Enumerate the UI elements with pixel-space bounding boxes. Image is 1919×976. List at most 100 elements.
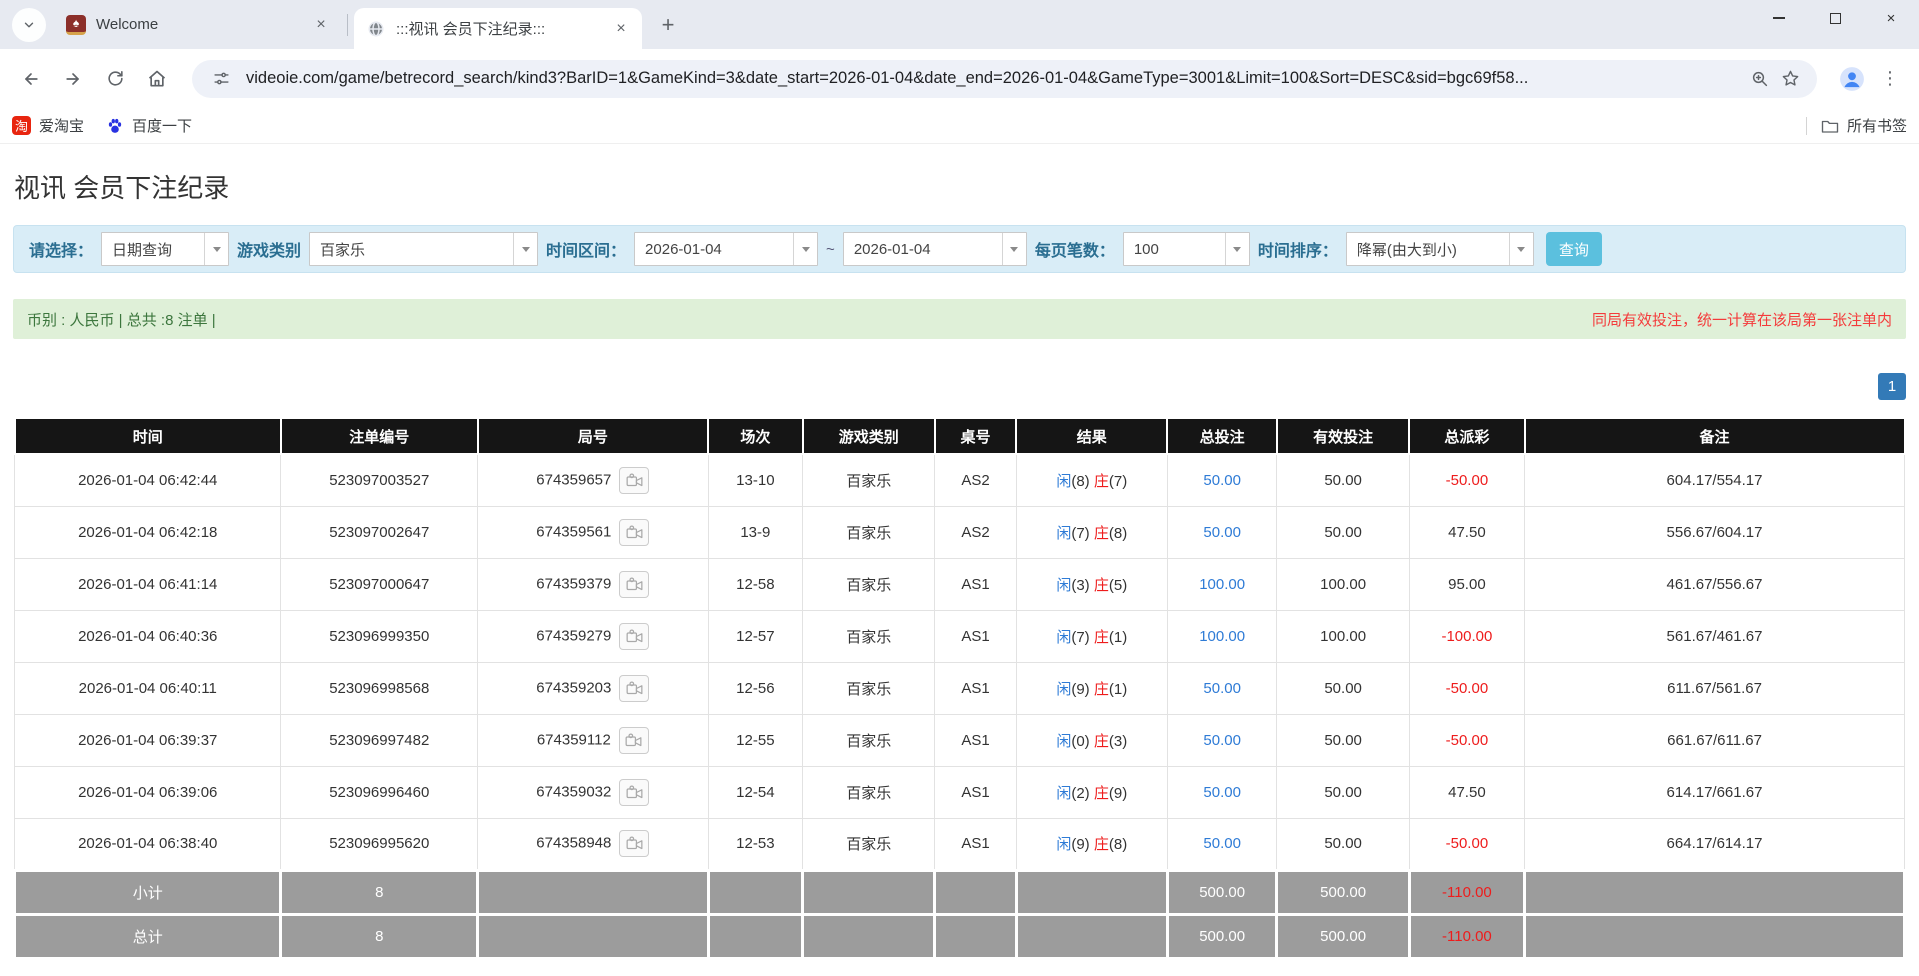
cell-total-bet: 50.00 <box>1167 662 1277 714</box>
total-bet-link[interactable]: 50.00 <box>1203 524 1241 541</box>
sort-select[interactable]: 降幂(由大到小) <box>1346 232 1534 266</box>
cell-remark: 461.67/556.67 <box>1525 558 1905 610</box>
chevron-down-icon <box>1225 233 1249 265</box>
cell-remark: 604.17/554.17 <box>1525 454 1905 506</box>
cell-payout: -100.00 <box>1409 610 1524 662</box>
round-id-text: 674359561 <box>536 523 611 540</box>
game-kind-select[interactable]: 百家乐 <box>309 232 538 266</box>
url-text[interactable]: videoie.com/game/betrecord_search/kind3?… <box>246 69 1745 88</box>
table-row: 2026-01-04 06:41:14523097000647674359379… <box>15 558 1905 610</box>
search-button[interactable]: 查询 <box>1546 232 1602 266</box>
video-replay-icon <box>626 785 643 800</box>
magnifier-icon <box>1751 70 1769 88</box>
total-bet-link[interactable]: 100.00 <box>1199 576 1245 593</box>
page-1-button[interactable]: 1 <box>1878 373 1906 400</box>
video-replay-button[interactable] <box>619 519 649 546</box>
tab-betrecord[interactable]: :::视讯 会员下注纪录::: × <box>354 8 642 49</box>
total-bet-link[interactable]: 50.00 <box>1203 784 1241 801</box>
cell-session: 12-55 <box>708 714 803 766</box>
chevron-down-icon <box>22 18 36 32</box>
close-tab-icon[interactable]: × <box>610 18 632 40</box>
total-bet-link[interactable]: 50.00 <box>1203 732 1241 749</box>
refresh-button[interactable] <box>98 62 132 96</box>
total-bet-link[interactable]: 50.00 <box>1203 680 1241 697</box>
bookmark-baidu[interactable]: 百度一下 <box>106 115 192 136</box>
cell-valid-bet: 50.00 <box>1277 766 1409 818</box>
total-bet-link[interactable]: 50.00 <box>1203 472 1241 489</box>
url-bar[interactable]: videoie.com/game/betrecord_search/kind3?… <box>192 60 1817 98</box>
date-end-select[interactable]: 2026-01-04 <box>843 232 1027 266</box>
cell-game-kind: 百家乐 <box>803 662 935 714</box>
person-icon <box>1839 66 1865 92</box>
cell-result: 闲(7) 庄(1) <box>1016 610 1167 662</box>
table-row: 2026-01-04 06:38:40523096995620674358948… <box>15 818 1905 870</box>
cell-payout: 95.00 <box>1409 558 1524 610</box>
cell-payout: -50.00 <box>1409 662 1524 714</box>
baidu-icon <box>106 117 124 135</box>
video-replay-button[interactable] <box>619 675 649 702</box>
cell-round-id: 674358948 <box>478 818 709 870</box>
home-button[interactable] <box>140 62 174 96</box>
site-settings-button[interactable] <box>206 64 236 94</box>
cell-valid-bet: 50.00 <box>1277 506 1409 558</box>
cell-table-no: AS2 <box>935 454 1016 506</box>
footer-label: 总计 <box>15 914 281 958</box>
video-replay-button[interactable] <box>619 623 649 650</box>
cell-bet-id: 523097003527 <box>281 454 478 506</box>
column-header-2: 局号 <box>478 418 709 454</box>
cell-time: 2026-01-04 06:40:11 <box>15 662 281 714</box>
close-window-button[interactable]: × <box>1863 0 1919 36</box>
forward-button[interactable] <box>56 62 90 96</box>
cell-round-id: 674359203 <box>478 662 709 714</box>
back-button[interactable] <box>14 62 48 96</box>
cell-bet-id: 523097000647 <box>281 558 478 610</box>
bookmark-taobao[interactable]: 淘 爱淘宝 <box>12 115 84 136</box>
round-id-text: 674359203 <box>536 679 611 696</box>
table-header-row: 时间注单编号局号场次游戏类别桌号结果总投注有效投注总派彩备注 <box>15 418 1905 454</box>
cell-round-id: 674359112 <box>478 714 709 766</box>
browser-menu-button[interactable]: ⋮ <box>1875 62 1905 96</box>
column-header-0: 时间 <box>15 418 281 454</box>
taobao-icon: 淘 <box>12 116 31 135</box>
tab-welcome[interactable]: ♠ Welcome × <box>54 0 342 49</box>
close-tab-icon[interactable]: × <box>310 14 332 36</box>
video-replay-button[interactable] <box>619 779 649 806</box>
date-start-select[interactable]: 2026-01-04 <box>634 232 818 266</box>
total-bet-link[interactable]: 50.00 <box>1203 835 1241 852</box>
per-page-select[interactable]: 100 <box>1123 232 1250 266</box>
footer-valid-bet: 500.00 <box>1277 870 1409 914</box>
banker-result: 庄 <box>1094 785 1109 802</box>
banker-result: 庄 <box>1094 525 1109 542</box>
column-header-4: 游戏类别 <box>803 418 935 454</box>
query-type-select[interactable]: 日期查询 <box>101 232 229 266</box>
zoom-button[interactable] <box>1745 64 1775 94</box>
cell-valid-bet: 100.00 <box>1277 610 1409 662</box>
video-replay-button[interactable] <box>619 467 649 494</box>
total-bet-link[interactable]: 100.00 <box>1199 628 1245 645</box>
minimize-button[interactable] <box>1751 0 1807 36</box>
footer-count: 8 <box>281 870 478 914</box>
tab-search-button[interactable] <box>12 8 46 42</box>
tune-icon <box>213 70 230 87</box>
chevron-down-icon <box>793 233 817 265</box>
video-replay-button[interactable] <box>619 830 649 857</box>
table-row: 2026-01-04 06:40:36523096999350674359279… <box>15 610 1905 662</box>
all-bookmarks-button[interactable]: 所有书签 <box>1821 115 1907 136</box>
bet-records-table: 时间注单编号局号场次游戏类别桌号结果总投注有效投注总派彩备注 2026-01-0… <box>13 417 1906 960</box>
cell-table-no: AS1 <box>935 766 1016 818</box>
page-title: 视讯 会员下注纪录 <box>14 168 1905 205</box>
cell-valid-bet: 50.00 <box>1277 662 1409 714</box>
banker-result: 庄 <box>1094 681 1109 698</box>
cell-time: 2026-01-04 06:40:36 <box>15 610 281 662</box>
column-header-7: 总投注 <box>1167 418 1277 454</box>
maximize-button[interactable] <box>1807 0 1863 36</box>
video-replay-button[interactable] <box>619 571 649 598</box>
profile-avatar[interactable] <box>1835 62 1869 96</box>
new-tab-button[interactable]: + <box>652 9 684 41</box>
bookmark-star-button[interactable] <box>1775 64 1805 94</box>
video-replay-button[interactable] <box>619 727 649 754</box>
cell-table-no: AS1 <box>935 558 1016 610</box>
cell-game-kind: 百家乐 <box>803 818 935 870</box>
cell-game-kind: 百家乐 <box>803 506 935 558</box>
welcome-favicon-icon: ♠ <box>66 15 86 35</box>
